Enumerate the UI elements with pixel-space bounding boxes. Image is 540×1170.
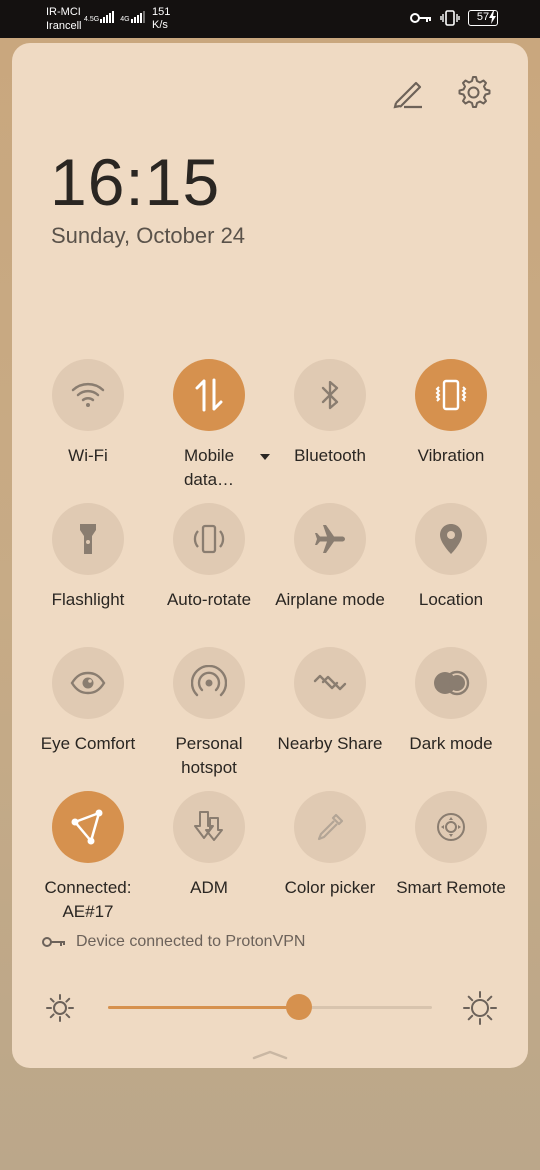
vpn-status-text: Device connected to ProtonVPN — [76, 933, 306, 950]
tile-nearby-share[interactable]: Nearby Share — [270, 647, 390, 756]
tile-color-picker[interactable]: Color picker — [270, 791, 390, 900]
eyedropper-icon — [317, 813, 344, 841]
dark-mode-icon — [434, 670, 470, 696]
vibration-toggle[interactable] — [415, 359, 487, 431]
tile-label: Bluetooth — [294, 446, 366, 465]
speed-unit: K/s — [152, 19, 168, 31]
network-type-1: 4.5G — [84, 16, 100, 23]
tile-airplane[interactable]: Airplane mode — [270, 503, 390, 612]
key-icon — [410, 13, 431, 23]
tile-label: Dark mode — [409, 734, 493, 753]
tile-label: Eye Comfort — [40, 734, 136, 753]
tile-label: Auto-rotate — [166, 590, 252, 609]
tile-vibration[interactable]: Vibration — [391, 359, 511, 468]
location-pin-icon — [440, 524, 462, 554]
flashlight-toggle[interactable] — [52, 503, 124, 575]
tile-dark-mode[interactable]: Dark mode — [391, 647, 511, 756]
carrier-names: IR-MCI Irancell — [46, 5, 81, 33]
speed-value: 151 — [152, 6, 171, 18]
brightness-slider-thumb[interactable] — [286, 994, 313, 1020]
edit-button[interactable] — [390, 73, 426, 109]
nearby-share-toggle[interactable] — [294, 647, 366, 719]
airplane-toggle[interactable] — [294, 503, 366, 575]
tile-label: Personal hotspot — [175, 734, 243, 777]
hotspot-toggle[interactable] — [173, 647, 245, 719]
mobile-data-dropdown-icon[interactable] — [259, 452, 271, 462]
eye-icon — [70, 671, 106, 695]
bluetooth-toggle[interactable] — [294, 359, 366, 431]
rotate-icon — [193, 524, 225, 554]
quick-settings-panel: 16:15 Sunday, October 24 Wi-Fi Mobile da… — [12, 43, 528, 1068]
tile-label: Mobile data… — [183, 446, 235, 489]
carrier-2: Irancell — [46, 20, 82, 32]
tile-label: Smart Remote — [396, 878, 506, 897]
color-picker-toggle[interactable] — [294, 791, 366, 863]
vibrate-icon — [440, 10, 460, 26]
tile-label: Connected: AE#17 — [44, 878, 132, 921]
tile-label: Color picker — [284, 878, 376, 897]
tile-label: Location — [418, 590, 484, 609]
nearby-share-icon — [313, 674, 347, 691]
pencil-icon — [393, 81, 422, 109]
mobile-data-toggle[interactable] — [173, 359, 245, 431]
tile-label: Flashlight — [51, 590, 125, 609]
mobile-data-icon — [195, 378, 223, 412]
bluetooth-icon — [321, 380, 339, 410]
tile-location[interactable]: Location — [391, 503, 511, 612]
auto-rotate-toggle[interactable] — [173, 503, 245, 575]
clock[interactable]: 16:15 — [50, 145, 220, 219]
brightness-high-icon — [463, 991, 497, 1025]
tile-hotspot[interactable]: Personal hotspot — [149, 647, 269, 780]
tile-label: Vibration — [417, 446, 485, 465]
flashlight-icon — [80, 524, 96, 554]
tile-auto-rotate[interactable]: Auto-rotate — [149, 503, 269, 612]
key-icon — [42, 937, 65, 947]
date[interactable]: Sunday, October 24 — [51, 223, 245, 249]
tile-flashlight[interactable]: Flashlight — [28, 503, 148, 612]
tile-label: ADM — [190, 878, 228, 897]
status-icons: 57 — [410, 10, 498, 26]
gear-icon — [458, 76, 491, 108]
tile-mobile-data[interactable]: Mobile data… — [149, 359, 269, 492]
dark-mode-toggle[interactable] — [415, 647, 487, 719]
status-bar: IR-MCI Irancell 4.5G 4G 151 K/s 57 — [0, 0, 540, 38]
tile-label: Airplane mode — [275, 590, 385, 609]
tile-smart-remote[interactable]: Smart Remote — [391, 791, 511, 900]
tile-bluetooth[interactable]: Bluetooth — [270, 359, 390, 468]
vpn-status-row[interactable]: Device connected to ProtonVPN — [42, 933, 305, 951]
tile-adm[interactable]: ADM — [149, 791, 269, 900]
remote-icon — [437, 813, 465, 841]
brightness-low-icon — [46, 994, 74, 1022]
adm-toggle[interactable] — [173, 791, 245, 863]
hotspot-icon — [191, 665, 227, 697]
wifi-toggle[interactable] — [52, 359, 124, 431]
tile-label: Nearby Share — [277, 734, 383, 753]
vpn-icon — [71, 809, 103, 845]
airplane-icon — [315, 525, 345, 553]
signal-icon — [130, 9, 145, 23]
brightness-slider-fill — [108, 1006, 300, 1009]
carrier-1: IR-MCI — [46, 6, 81, 18]
signal-indicators: 4.5G 4G — [84, 9, 145, 23]
tile-eye-comfort[interactable]: Eye Comfort — [28, 647, 148, 756]
signal-icon — [100, 9, 115, 23]
smart-remote-toggle[interactable] — [415, 791, 487, 863]
tile-vpn[interactable]: Connected: AE#17 — [28, 791, 148, 924]
charging-bolt-icon — [489, 11, 496, 27]
wifi-icon — [71, 382, 105, 407]
network-speed: 151 K/s — [152, 6, 170, 32]
location-toggle[interactable] — [415, 503, 487, 575]
brightness-slider[interactable] — [108, 994, 432, 1020]
download-manager-icon — [194, 811, 223, 841]
vibrate-icon — [435, 379, 467, 411]
tile-label: Wi-Fi — [68, 446, 108, 465]
eye-comfort-toggle[interactable] — [52, 647, 124, 719]
vpn-toggle[interactable] — [52, 791, 124, 863]
tile-wifi[interactable]: Wi-Fi — [28, 359, 148, 468]
collapse-handle-icon[interactable] — [252, 1048, 288, 1060]
settings-button[interactable] — [454, 73, 492, 111]
network-type-2: 4G — [120, 16, 130, 23]
